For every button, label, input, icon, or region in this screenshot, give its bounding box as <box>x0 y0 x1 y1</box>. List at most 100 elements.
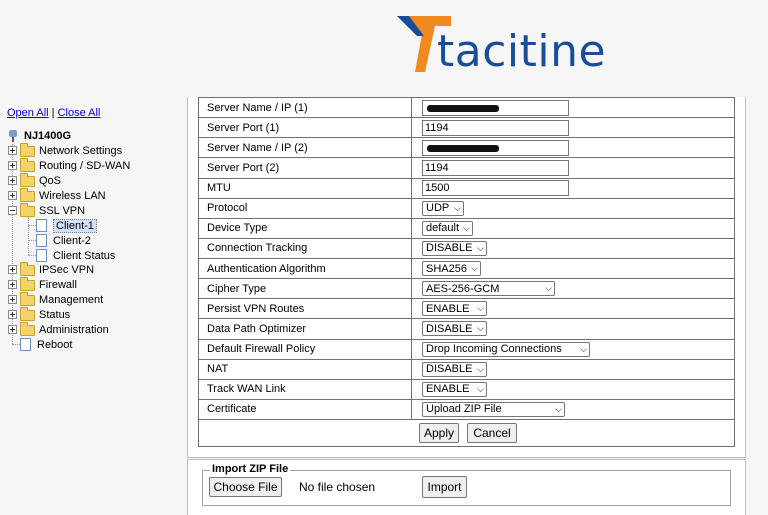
field-label: Certificate <box>198 398 412 421</box>
tacitine-logo: tacitine <box>395 12 615 78</box>
select-value: DISABLE <box>426 242 473 255</box>
chevron-down-icon: ⌵ <box>477 303 484 314</box>
field-label: Authentication Algorithm <box>198 257 412 280</box>
track-wan-link-select[interactable]: ENABLE ⌵ <box>422 381 487 397</box>
chevron-down-icon: ⌵ <box>555 403 562 414</box>
file-status-text: No file chosen <box>299 480 376 494</box>
tree-item-ssl-vpn[interactable]: SSL VPN <box>8 203 85 218</box>
server-ip-2-input[interactable] <box>422 139 569 156</box>
tree-item-ipsec-vpn[interactable]: IPSec VPN <box>8 262 94 277</box>
tree-item-label: Routing / SD-WAN <box>39 159 131 172</box>
data-path-optimizer-select[interactable]: DISABLE ⌵ <box>422 321 487 337</box>
auth-algorithm-select[interactable]: SHA256 ⌵ <box>422 261 481 277</box>
chevron-down-icon: ⌵ <box>471 263 478 274</box>
close-all-link[interactable]: Close All <box>58 107 101 119</box>
expand-plus-icon[interactable] <box>8 310 17 319</box>
redaction-mark <box>427 104 499 112</box>
table-row: Device Type default ⌵ <box>198 217 735 239</box>
field-label: Connection Tracking <box>198 237 412 260</box>
server-port-2-input[interactable]: 1194 <box>422 159 569 176</box>
open-all-link[interactable]: Open All <box>7 107 49 119</box>
table-row: MTU 1500 <box>198 177 735 199</box>
nat-select[interactable]: DISABLE ⌵ <box>422 361 487 377</box>
tree-connector <box>28 225 36 226</box>
firewall-policy-select[interactable]: Drop Incoming Connections ⌵ <box>422 341 590 357</box>
server-ip-1-input[interactable] <box>422 99 569 116</box>
expand-plus-icon[interactable] <box>8 146 17 155</box>
folder-open-icon <box>20 203 35 217</box>
field-label: NAT <box>198 358 412 380</box>
expand-plus-icon[interactable] <box>8 325 17 334</box>
chevron-down-icon: ⌵ <box>463 222 470 233</box>
tree-item-network-settings[interactable]: Network Settings <box>8 143 122 158</box>
tree-item-qos[interactable]: QoS <box>8 173 61 188</box>
form-actions: Apply Cancel <box>198 420 735 447</box>
select-value: UDP <box>426 202 450 215</box>
persist-routes-select[interactable]: ENABLE ⌵ <box>422 301 487 317</box>
expand-plus-icon[interactable] <box>8 161 17 170</box>
tree-root-device[interactable]: NJ1400G <box>8 128 71 143</box>
expand-plus-icon[interactable] <box>8 176 17 185</box>
tree-item-client-2[interactable]: Client-2 <box>36 233 91 248</box>
field-label: Server Port (1) <box>198 117 412 139</box>
chevron-down-icon: ⌵ <box>454 202 461 213</box>
select-value: ENABLE <box>426 383 470 396</box>
table-row: Protocol UDP ⌵ <box>198 197 735 219</box>
tree-item-firewall[interactable]: Firewall <box>8 277 77 292</box>
tree-connector <box>12 344 20 345</box>
brand-wordmark: tacitine <box>437 26 607 77</box>
chevron-down-icon: ⌵ <box>477 363 484 374</box>
expand-plus-icon[interactable] <box>8 280 17 289</box>
collapse-minus-icon[interactable] <box>8 206 17 215</box>
router-icon <box>8 129 18 142</box>
folder-icon <box>20 307 35 321</box>
field-label: Device Type <box>198 217 412 239</box>
tree-item-label: Status <box>39 308 71 321</box>
apply-button[interactable]: Apply <box>419 423 459 443</box>
field-label: Protocol <box>198 197 412 219</box>
table-row: Server Port (2) 1194 <box>198 157 735 179</box>
tree-item-administration[interactable]: Administration <box>8 322 109 337</box>
expand-plus-icon[interactable] <box>8 265 17 274</box>
field-label: Default Firewall Policy <box>198 338 412 360</box>
field-label: MTU <box>198 177 412 199</box>
tree-item-client-1[interactable]: Client-1 <box>36 218 97 233</box>
certificate-select[interactable]: Upload ZIP File ⌵ <box>422 401 565 417</box>
field-label: Server Name / IP (1) <box>198 96 412 119</box>
table-row: Server Name / IP (2) <box>198 137 735 159</box>
expand-plus-icon[interactable] <box>8 191 17 200</box>
page-icon <box>20 338 31 351</box>
table-row: Track WAN Link ENABLE ⌵ <box>198 378 735 400</box>
field-label: Server Name / IP (2) <box>198 137 412 159</box>
import-button[interactable]: Import <box>422 476 467 498</box>
tree-item-label: Reboot <box>37 338 73 351</box>
tree-item-client-status[interactable]: Client Status <box>36 248 115 263</box>
field-label: Persist VPN Routes <box>198 298 412 320</box>
table-row: Cipher Type AES-256-GCM ⌵ <box>198 278 735 300</box>
tree-item-management[interactable]: Management <box>8 292 103 307</box>
tree-item-routing-sd-wan[interactable]: Routing / SD-WAN <box>8 158 130 173</box>
expand-plus-icon[interactable] <box>8 295 17 304</box>
redaction-mark <box>427 144 499 152</box>
cancel-button[interactable]: Cancel <box>467 423 517 443</box>
choose-file-button[interactable]: Choose File <box>209 477 282 497</box>
chevron-down-icon: ⌵ <box>477 242 484 253</box>
tree-item-label: IPSec VPN <box>39 263 95 276</box>
server-port-1-input[interactable]: 1194 <box>422 119 569 136</box>
tree-connector <box>28 255 36 256</box>
ssl-vpn-client-form: Server Name / IP (1) Server Port (1) 119… <box>187 96 746 458</box>
tree-item-reboot[interactable]: Reboot <box>20 337 72 352</box>
tree-item-wireless-lan[interactable]: Wireless LAN <box>8 188 106 203</box>
tree-item-status[interactable]: Status <box>8 307 70 322</box>
field-label: Data Path Optimizer <box>198 318 412 340</box>
mtu-input[interactable]: 1500 <box>422 180 569 197</box>
connection-tracking-select[interactable]: DISABLE ⌵ <box>422 240 487 256</box>
device-type-select[interactable]: default ⌵ <box>422 220 473 236</box>
table-row: Server Port (1) 1194 <box>198 117 735 139</box>
field-label: Track WAN Link <box>198 378 412 400</box>
table-row: Default Firewall Policy Drop Incoming Co… <box>198 338 735 360</box>
protocol-select[interactable]: UDP ⌵ <box>422 200 464 216</box>
folder-icon <box>20 262 35 276</box>
tree-item-label: Network Settings <box>39 144 123 157</box>
cipher-type-select[interactable]: AES-256-GCM ⌵ <box>422 281 555 297</box>
